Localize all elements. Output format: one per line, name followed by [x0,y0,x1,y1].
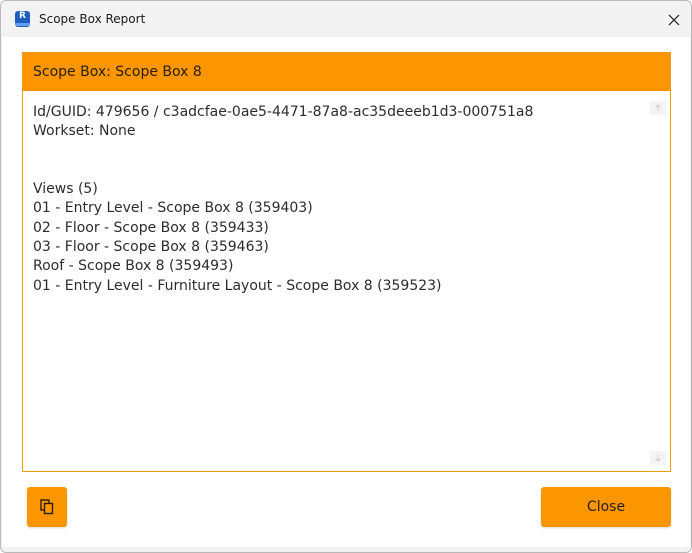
view-item: 03 - Floor - Scope Box 8 (359463) [33,239,269,256]
app-icon-accent [15,23,30,26]
scroll-down-button[interactable] [650,451,666,465]
view-item: 02 - Floor - Scope Box 8 (359433) [33,219,269,236]
window-title: Scope Box Report [39,12,146,26]
copy-button[interactable] [27,487,67,527]
window-close-button[interactable] [661,7,687,33]
panel-header: Scope Box: Scope Box 8 [23,53,670,91]
report-panel: Scope Box: Scope Box 8 Id/GUID: 479656 /… [22,52,671,472]
scroll-up-button[interactable] [650,101,666,115]
arrow-down-icon [655,455,661,462]
report-text-area[interactable]: Id/GUID: 479656 / c3adcfae-0ae5-4471-87a… [33,103,643,463]
workset-line: Workset: None [33,123,136,140]
blank-spacer [33,142,643,181]
close-button[interactable]: Close [541,487,671,527]
report-window: R Scope Box Report Scope Box: Scope Box … [0,0,692,553]
view-item: 01 - Entry Level - Furniture Layout - Sc… [33,277,442,294]
close-icon [668,14,680,26]
arrow-up-icon [655,104,661,111]
view-item: Roof - Scope Box 8 (359493) [33,258,234,275]
vertical-scrollbar[interactable] [650,101,666,465]
title-bar[interactable]: R Scope Box Report [1,1,691,37]
dialog-content: Scope Box: Scope Box 8 Id/GUID: 479656 /… [2,37,690,547]
id-guid-line: Id/GUID: 479656 / c3adcfae-0ae5-4471-87a… [33,104,534,120]
revit-app-icon: R [15,11,30,27]
copy-icon [40,499,54,515]
view-item: 01 - Entry Level - Scope Box 8 (359403) [33,200,313,217]
views-heading: Views (5) [33,181,98,198]
